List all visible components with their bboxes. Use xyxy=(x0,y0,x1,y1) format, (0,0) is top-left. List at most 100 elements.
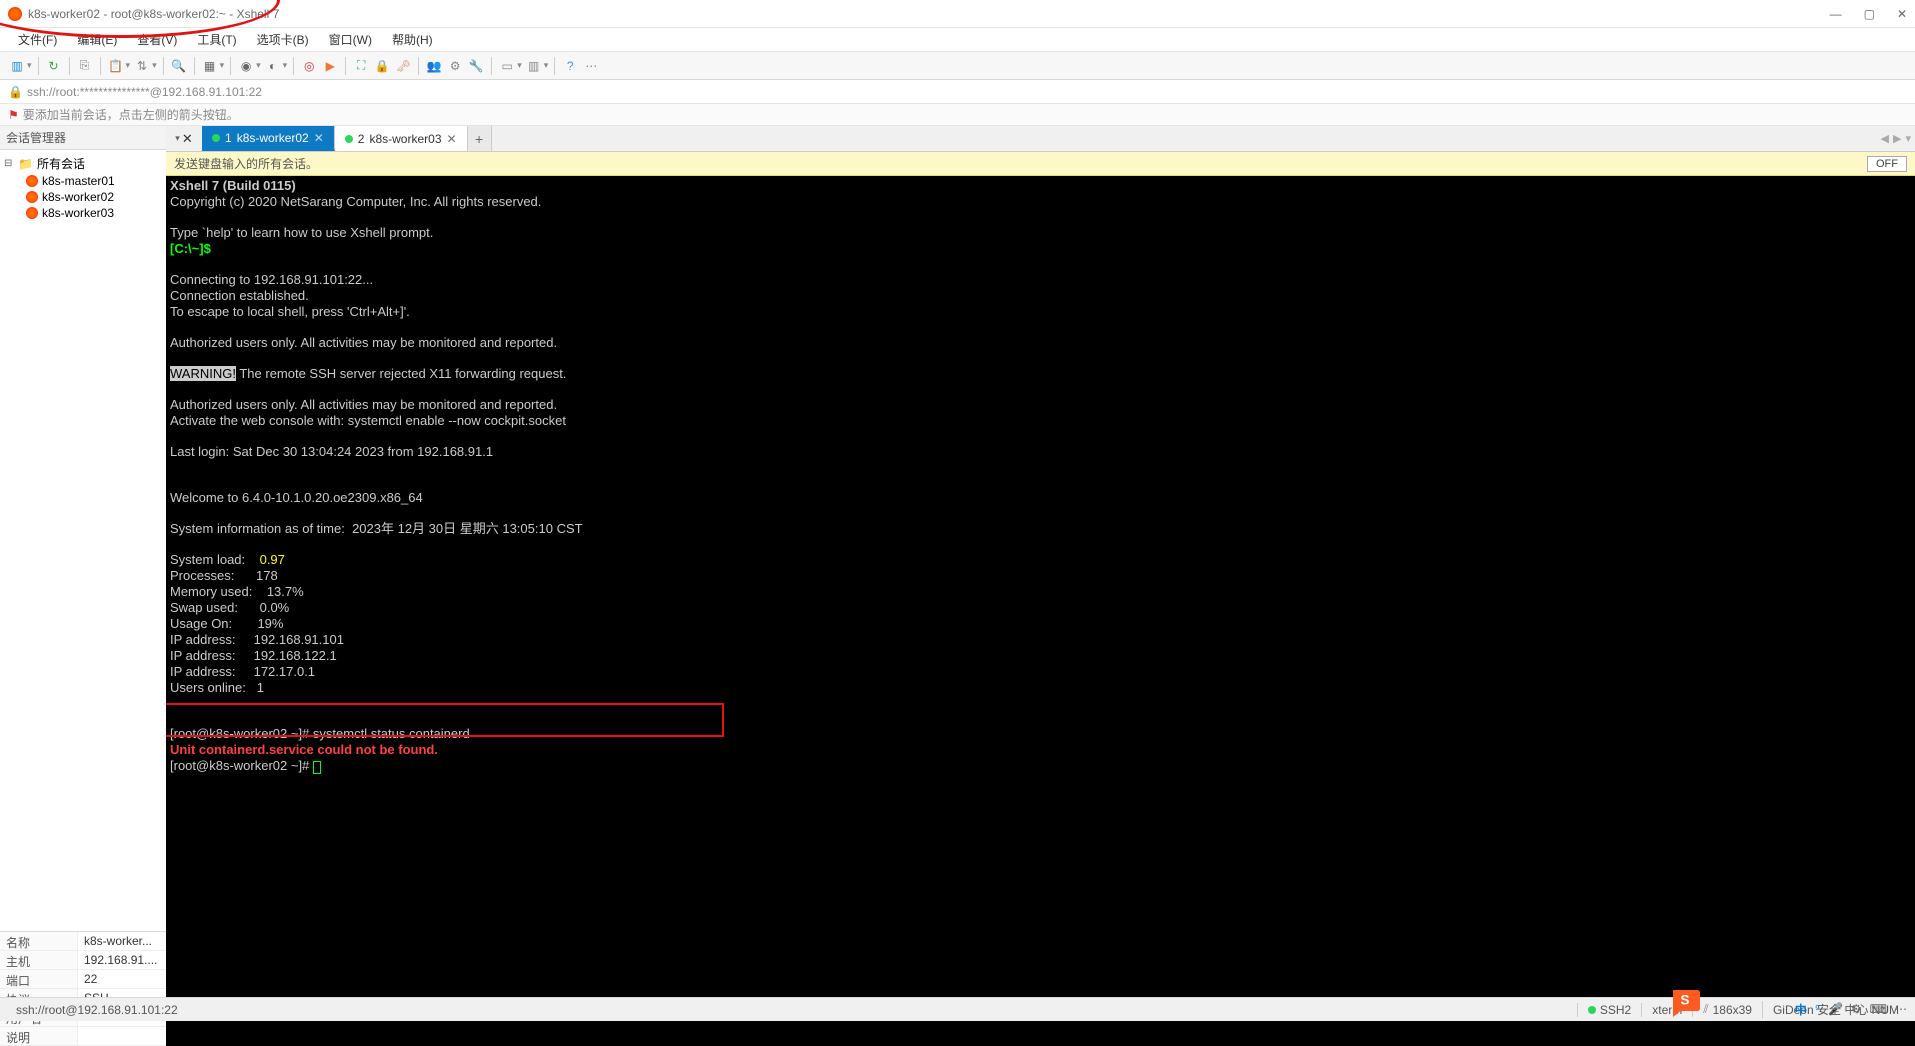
stat-key: System load: xyxy=(170,552,260,567)
menu-edit[interactable]: 编辑(E) xyxy=(69,29,125,50)
stat-value: 0.97 xyxy=(260,552,285,567)
cursor-icon xyxy=(313,761,321,774)
font-icon[interactable]: ◉ xyxy=(237,57,255,75)
tab-prev-icon[interactable]: ◀ xyxy=(1881,132,1889,145)
ime-badge: S xyxy=(1670,987,1700,1017)
tab-k8s-worker03[interactable]: 2 k8s-worker03 ✕ xyxy=(335,126,468,151)
window-controls: — ▢ ✕ xyxy=(1830,7,1907,21)
tree-root[interactable]: ⊟ 📁 所有会话 xyxy=(4,154,162,173)
tray-mic-icon[interactable]: 🎤 xyxy=(1828,1002,1843,1016)
tree-item[interactable]: k8s-worker02 xyxy=(4,189,162,205)
right-area: ▾ ✕ 1 k8s-worker02 ✕ 2 k8s-worker03 ✕ + … xyxy=(166,126,1915,1046)
settings-icon[interactable]: ⚙ xyxy=(446,57,464,75)
flag-icon: ⚑ xyxy=(8,108,19,122)
tab-next-icon[interactable]: ▶ xyxy=(1893,132,1901,145)
svg-text:S: S xyxy=(1680,992,1689,1007)
new-session-icon[interactable]: ▥ xyxy=(8,57,26,75)
menu-view[interactable]: 查看(V) xyxy=(129,29,185,50)
terminal-line: Xshell 7 (Build 0115) xyxy=(170,178,296,193)
add-tab-button[interactable]: + xyxy=(468,126,492,151)
prop-value xyxy=(78,1027,166,1045)
stat-value: 192.168.91.101 xyxy=(254,632,344,647)
color-icon[interactable]: ◐ xyxy=(264,57,282,75)
title-bar: k8s-worker02 - root@k8s-worker02:~ - Xsh… xyxy=(0,0,1915,28)
tray-icon[interactable]: ⁹ xyxy=(1815,1002,1820,1016)
search-icon[interactable]: 🔍 xyxy=(170,57,188,75)
session-icon xyxy=(26,191,38,203)
paste-icon[interactable]: 📋 xyxy=(107,57,125,75)
address-bar[interactable]: 🔒 ssh://root:***************@192.168.91.… xyxy=(0,80,1915,104)
copy-icon[interactable]: ⎘ xyxy=(76,57,94,75)
transfer-icon[interactable]: ⇅ xyxy=(133,57,151,75)
record-icon[interactable]: ◎ xyxy=(300,57,318,75)
menu-window[interactable]: 窗口(W) xyxy=(321,29,380,50)
about-icon[interactable]: ⋯ xyxy=(582,57,600,75)
tree-item-label: k8s-master01 xyxy=(42,174,115,188)
layout2-icon[interactable]: ▥ xyxy=(525,57,543,75)
lock-icon[interactable]: 🔒 xyxy=(373,57,391,75)
tray-more-icon[interactable]: ⋯ xyxy=(1895,1002,1907,1016)
maximize-button[interactable]: ▢ xyxy=(1864,7,1875,21)
menu-help[interactable]: 帮助(H) xyxy=(384,29,441,50)
tab-label: k8s-worker03 xyxy=(369,132,441,146)
stop-icon[interactable]: ▶ xyxy=(321,57,339,75)
banner-text: 发送键盘输入的所有会话。 xyxy=(174,155,318,172)
session-tree[interactable]: ⊟ 📁 所有会话 k8s-master01 k8s-worker02 k8s-w… xyxy=(0,150,166,932)
fullscreen-icon[interactable]: ⛶ xyxy=(352,57,370,75)
expand-icon[interactable]: ⊟ xyxy=(4,158,14,169)
toolbar: ▥▾ ↻ ⎘ 📋▾ ⇅▾ 🔍 ▦▾ ◉▾ ◐▾ ◎ ▶ ⛶ 🔒 🗝 👥 ⚙ 🔧 … xyxy=(0,52,1915,80)
terminal-warning-badge: WARNING! xyxy=(170,366,236,381)
tab-nav: ◀ ▶ ▾ xyxy=(1881,126,1911,151)
banner-off-button[interactable]: OFF xyxy=(1867,156,1907,172)
menu-tab[interactable]: 选项卡(B) xyxy=(249,29,317,50)
menu-file[interactable]: 文件(F) xyxy=(10,29,65,50)
menu-tools[interactable]: 工具(T) xyxy=(189,29,244,50)
tree-item[interactable]: k8s-master01 xyxy=(4,173,162,189)
prop-label: 主机 xyxy=(0,951,78,969)
tree-root-label: 所有会话 xyxy=(37,155,85,172)
close-tab-icon[interactable]: ✕ xyxy=(314,131,324,145)
tab-menu-icon[interactable]: ▾ xyxy=(1905,132,1911,145)
stat-key: IP address: xyxy=(170,664,254,679)
session-manager-title: 会话管理器 xyxy=(0,126,166,150)
people-icon[interactable]: 👥 xyxy=(425,57,443,75)
terminal-command: systemctl status containerd xyxy=(313,726,470,741)
stat-value: 1 xyxy=(257,680,264,695)
status-path: ssh://root@192.168.91.101:22 xyxy=(6,1003,188,1017)
tree-item[interactable]: k8s-worker03 xyxy=(4,205,162,221)
app-icon xyxy=(8,7,22,21)
help-icon[interactable]: ? xyxy=(561,57,579,75)
stat-key: Users online: xyxy=(170,680,257,695)
highlight-icon[interactable]: ▦ xyxy=(201,57,219,75)
session-icon xyxy=(26,207,38,219)
ime-cn-icon[interactable]: 中 xyxy=(1795,1001,1807,1018)
tree-item-label: k8s-worker03 xyxy=(42,206,114,220)
close-button[interactable]: ✕ xyxy=(1897,7,1907,21)
prop-value: k8s-worker... xyxy=(78,932,166,950)
tools-icon[interactable]: 🔧 xyxy=(467,57,485,75)
layout1-icon[interactable]: ▭ xyxy=(498,57,516,75)
tree-item-label: k8s-worker02 xyxy=(42,190,114,204)
status-ssh: SSH2 xyxy=(1577,1003,1641,1017)
stat-value: 19% xyxy=(257,616,283,631)
close-all-icon[interactable]: ✕ xyxy=(182,131,193,147)
reconnect-icon[interactable]: ↻ xyxy=(45,57,63,75)
stat-value: 172.17.0.1 xyxy=(254,664,315,679)
key-icon[interactable]: 🗝 xyxy=(394,57,412,75)
chevron-down-icon: ▾ xyxy=(175,133,180,144)
terminal-line: Welcome to 6.4.0-10.1.0.20.oe2309.x86_64 xyxy=(170,490,423,505)
terminal-error: Unit containerd.service could not be fou… xyxy=(170,742,438,757)
tab-number: 1 xyxy=(225,131,232,145)
tab-dropdown-button[interactable]: ▾ ✕ xyxy=(166,126,202,151)
minimize-button[interactable]: — xyxy=(1830,7,1842,21)
terminal[interactable]: Xshell 7 (Build 0115) Copyright (c) 2020… xyxy=(166,176,1915,1046)
tab-k8s-worker02[interactable]: 1 k8s-worker02 ✕ xyxy=(202,126,335,151)
close-tab-icon[interactable]: ✕ xyxy=(447,132,457,146)
tab-label: k8s-worker02 xyxy=(237,131,309,145)
info-text: 要添加当前会话，点击左侧的箭头按钮。 xyxy=(23,106,239,123)
stat-value: 13.7% xyxy=(267,584,304,599)
terminal-prompt: [C:\~]$ xyxy=(170,241,214,256)
tray-settings-icon[interactable]: ⚙ xyxy=(1851,1002,1862,1016)
ssl-lock-icon: 🔒 xyxy=(8,85,23,99)
tray-keyboard-icon[interactable]: ⌨ xyxy=(1870,1002,1887,1016)
